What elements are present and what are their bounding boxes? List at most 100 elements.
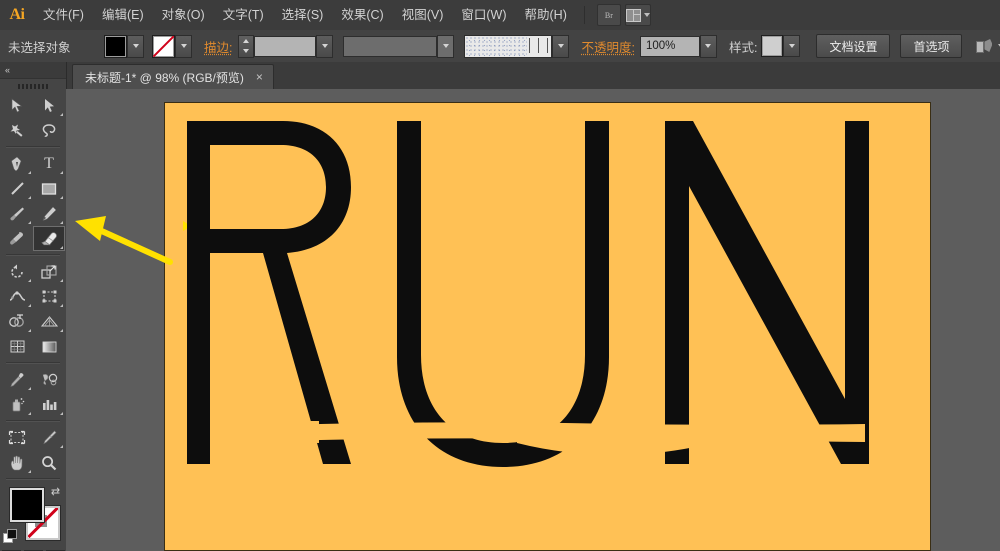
line-icon — [10, 181, 25, 196]
glyph-U — [397, 121, 609, 467]
default-fill-stroke-icon[interactable] — [3, 529, 16, 542]
fill-swatch-large[interactable] — [10, 488, 44, 522]
type-t-icon: T — [44, 156, 54, 172]
column-graph-tool[interactable] — [33, 392, 65, 417]
menu-file[interactable]: 文件(F) — [34, 0, 93, 30]
fill-color-swatch[interactable] — [104, 35, 127, 58]
stroke-weight-stepper[interactable] — [238, 35, 254, 58]
chevron-down-icon — [558, 44, 564, 48]
fill-swatch-dropdown[interactable] — [127, 35, 144, 58]
rectangle-tool[interactable] — [33, 176, 65, 201]
menu-type[interactable]: 文字(T) — [214, 0, 273, 30]
app-logo: Ai — [0, 0, 34, 30]
blend-tool[interactable] — [33, 367, 65, 392]
artboard[interactable] — [164, 102, 931, 551]
mesh-tool[interactable] — [1, 334, 33, 359]
type-tool[interactable]: T — [33, 151, 65, 176]
graphic-style-swatch[interactable] — [761, 35, 783, 57]
align-icon[interactable] — [976, 39, 993, 53]
stroke-weight-dropdown[interactable] — [316, 35, 333, 58]
arrange-documents-icon[interactable] — [625, 4, 651, 26]
tool-group-drawing: T — [0, 151, 66, 251]
eraser-tool[interactable] — [33, 226, 65, 251]
graphic-style-dropdown[interactable] — [783, 35, 800, 57]
menu-window[interactable]: 窗口(W) — [452, 0, 515, 30]
pencil-tool[interactable] — [33, 201, 65, 226]
brush-definition-dropdown[interactable] — [552, 35, 569, 58]
tool-flyout-indicator — [28, 279, 31, 282]
tool-divider — [6, 478, 60, 480]
menu-help[interactable]: 帮助(H) — [516, 0, 576, 30]
swap-fill-stroke-icon[interactable]: ⇄ — [49, 485, 62, 498]
document-tab-title: 未标题-1* @ 98% (RGB/预览) — [85, 69, 244, 86]
menu-view[interactable]: 视图(V) — [393, 0, 453, 30]
stroke-weight-input[interactable] — [254, 36, 316, 57]
pencil-icon — [41, 206, 57, 222]
run-letters-svg — [165, 103, 932, 551]
perspective-grid-icon — [41, 314, 58, 329]
symbol-sprayer-tool[interactable] — [1, 392, 33, 417]
free-transform-tool[interactable] — [33, 284, 65, 309]
brush-definition-input[interactable] — [464, 35, 552, 58]
width-tool[interactable] — [1, 284, 33, 309]
shape-builder-tool[interactable] — [1, 309, 33, 334]
eraser-icon — [40, 231, 59, 246]
opacity-label[interactable]: 不透明度: — [581, 37, 634, 56]
artwork-run-text[interactable] — [165, 103, 930, 550]
slice-tool[interactable] — [33, 425, 65, 450]
close-icon[interactable]: × — [254, 70, 265, 84]
width-icon — [9, 289, 26, 304]
menu-effect[interactable]: 效果(C) — [332, 0, 392, 30]
slice-knife-icon — [41, 430, 57, 446]
menu-select[interactable]: 选择(S) — [273, 0, 333, 30]
artboard-tool[interactable] — [1, 425, 33, 450]
selection-tool[interactable] — [1, 93, 33, 118]
tool-flyout-indicator — [60, 412, 63, 415]
hand-tool[interactable] — [1, 450, 33, 475]
arrange-grid-icon — [626, 9, 641, 22]
stroke-color-swatch[interactable] — [152, 35, 175, 58]
tool-flyout-indicator — [28, 470, 31, 473]
selection-arrow-icon — [11, 98, 24, 113]
magic-wand-tool[interactable] — [1, 118, 33, 143]
blob-brush-tool[interactable] — [1, 226, 33, 251]
stroke-swatch-dropdown[interactable] — [175, 35, 192, 58]
stroke-label[interactable]: 描边: — [204, 37, 232, 56]
collapse-panel-icon[interactable]: « — [5, 65, 9, 75]
chevron-down-icon — [789, 44, 795, 48]
line-segment-tool[interactable] — [1, 176, 33, 201]
artboard-icon — [8, 430, 26, 445]
brush-tick — [547, 38, 548, 53]
document-tab[interactable]: 未标题-1* @ 98% (RGB/预览) × — [72, 64, 274, 89]
gradient-tool[interactable] — [33, 334, 65, 359]
lasso-icon — [41, 123, 57, 138]
direct-selection-tool[interactable] — [33, 93, 65, 118]
blend-icon — [41, 372, 58, 387]
tool-flyout-indicator — [60, 279, 63, 282]
document-setup-button[interactable]: 文档设置 — [816, 34, 890, 58]
preferences-button[interactable]: 首选项 — [900, 34, 962, 58]
run-glyphs — [187, 121, 869, 467]
stroke-profile-input[interactable] — [343, 36, 437, 57]
zoom-tool[interactable] — [33, 450, 65, 475]
paintbrush-icon — [9, 206, 25, 222]
tool-flyout-indicator — [60, 445, 63, 448]
eyedropper-tool[interactable] — [1, 367, 33, 392]
paintbrush-tool[interactable] — [1, 201, 33, 226]
rotate-tool[interactable] — [1, 259, 33, 284]
menu-edit[interactable]: 编辑(E) — [93, 0, 153, 30]
opacity-input[interactable]: 100% — [640, 36, 700, 57]
stroke-profile-dropdown[interactable] — [437, 35, 454, 58]
perspective-grid-tool[interactable] — [33, 309, 65, 334]
scale-tool[interactable] — [33, 259, 65, 284]
tools-panel-header[interactable]: « — [0, 62, 66, 79]
tool-flyout-indicator — [28, 412, 31, 415]
menu-object[interactable]: 对象(O) — [153, 0, 214, 30]
bridge-icon[interactable]: Br — [597, 4, 621, 26]
lasso-tool[interactable] — [33, 118, 65, 143]
pen-tool[interactable] — [1, 151, 33, 176]
opacity-dropdown[interactable] — [700, 35, 717, 58]
canvas-workspace[interactable] — [66, 89, 1000, 551]
tool-group-transform — [0, 259, 66, 359]
tools-panel-grip[interactable] — [0, 79, 66, 93]
